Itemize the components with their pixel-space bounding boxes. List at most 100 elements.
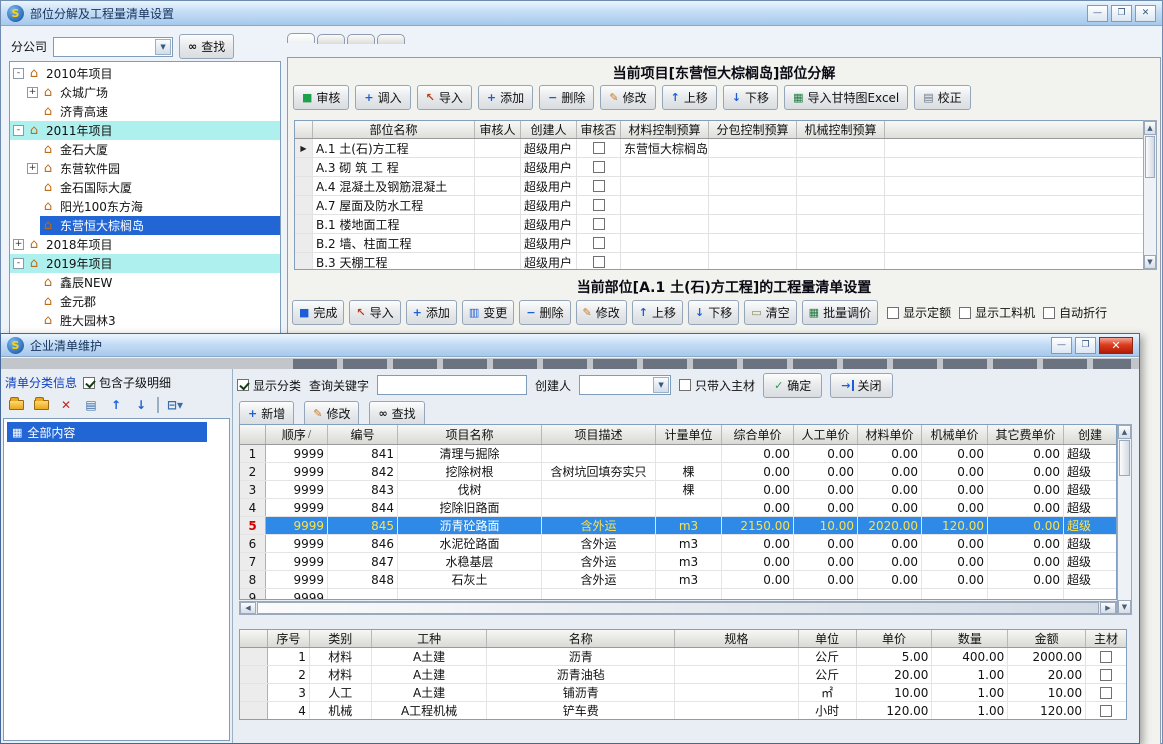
scrollbar-thumb[interactable] [1119,440,1130,476]
left-toolbar-icon[interactable] [7,397,25,413]
scroll-right-button[interactable]: ▶ [1100,602,1116,614]
audit-checkbox[interactable] [593,180,605,192]
column-header[interactable]: 名称 [487,630,675,647]
audit-checkbox[interactable] [593,161,605,173]
column-header[interactable]: 单价 [857,630,933,647]
toolbar-button[interactable]: + 添加 [406,300,457,325]
toolbar-checkbox-option[interactable]: 显示工料机 [959,304,1035,321]
scroll-down-button[interactable]: ▼ [1118,600,1131,614]
expand-toggle-icon[interactable] [27,277,38,288]
list-row[interactable]: 7 9999 847 水稳基层 含外运 m3 0.00 0.00 0.00 0.… [240,553,1116,571]
toolbar-button[interactable]: ✎ 修改 [576,300,627,325]
toolbar-button[interactable]: ▦ 导入甘特图Excel [784,85,908,110]
toolbar-button[interactable]: + 调入 [355,85,410,110]
maximize-button[interactable]: ❐ [1075,337,1096,354]
toolbar-button[interactable]: ↓ 下移 [723,85,778,110]
column-header[interactable]: 编号 [328,425,398,444]
expand-toggle-icon[interactable]: - [13,68,24,79]
table-row[interactable]: B.1 楼地面工程 超级用户 [295,215,1148,234]
table-row[interactable]: A.7 屋面及防水工程 超级用户 [295,196,1148,215]
left-toolbar-icon[interactable] [157,397,159,413]
horizontal-scrollbar[interactable]: ◀ ▶ [239,601,1117,615]
toolbar-button[interactable]: ✎ 修改 [304,401,359,426]
column-header[interactable]: 审核否 [577,121,621,138]
expand-toggle-icon[interactable] [27,201,38,212]
list-row[interactable]: 6 9999 846 水泥砼路面 含外运 m3 0.00 0.00 0.00 0… [240,535,1116,553]
expand-toggle-icon[interactable] [27,106,38,117]
table-row[interactable]: 2 材料 A土建 沥青油毡 公斤 20.00 1.00 20.00 [240,666,1126,684]
list-row[interactable]: 3 9999 843 伐树 棵 0.00 0.00 0.00 0.00 0.00… [240,481,1116,499]
toolbar-button[interactable]: ✎ 修改 [600,85,655,110]
include-children-option[interactable]: 包含子级明细 [83,374,171,391]
chevron-down-icon[interactable]: ▼ [155,39,171,55]
left-toolbar-icon[interactable]: ▤ [82,397,100,413]
column-header[interactable]: 工种 [372,630,488,647]
column-header[interactable]: 机械控制预算 [797,121,885,138]
audit-checkbox[interactable] [593,218,605,230]
vertical-scrollbar[interactable]: ▲ ▼ [1143,120,1157,270]
audit-checkbox[interactable] [593,142,605,154]
tab[interactable] [347,34,375,44]
tree-item-all-content[interactable]: ▦ 全部内容 [7,422,207,442]
scroll-left-button[interactable]: ◀ [240,602,256,614]
toolbar-checkbox-option[interactable]: 自动折行 [1043,304,1107,321]
toolbar-button[interactable]: + 添加 [478,85,533,110]
keyword-input[interactable] [377,375,527,395]
vertical-scrollbar[interactable]: ▲ ▼ [1117,424,1132,615]
expand-toggle-icon[interactable]: + [27,87,38,98]
search-button[interactable]: ∞ 查找 [179,34,234,59]
column-header[interactable]: 其它费单价 [988,425,1064,444]
scrollbar-thumb[interactable] [1145,136,1155,178]
list-row[interactable]: 9 9999 [240,589,1116,600]
tree-item-body[interactable]: ⌂ 2011年项目 [26,121,280,140]
tree-item[interactable]: + ⌂ 2018年项目 [10,235,280,254]
column-header[interactable]: 创建 [1064,425,1116,444]
tree-item[interactable]: ⌂ 阳光100东方海 [10,197,280,216]
creator-combobox[interactable]: ▼ [579,375,671,395]
tree-item[interactable]: ⌂ 胜大园林3 [10,311,280,330]
main-material-checkbox[interactable] [1100,705,1112,717]
table-row[interactable]: B.3 天棚工程 超级用户 [295,253,1148,270]
tree-item-body[interactable]: ⌂ 鑫辰NEW [40,273,280,292]
left-toolbar-icon[interactable]: ↑ [107,397,125,413]
show-category-option[interactable]: 显示分类 [237,377,301,394]
scroll-up-button[interactable]: ▲ [1144,121,1156,135]
column-header[interactable]: 机械单价 [922,425,988,444]
toolbar-button[interactable]: + 新增 [239,401,294,426]
tree-item[interactable]: ⌂ 东营恒大棕榈岛 [10,216,280,235]
expand-toggle-icon[interactable]: - [13,125,24,136]
column-header[interactable]: 材料控制预算 [621,121,709,138]
close-button[interactable]: ✕ [1099,337,1133,354]
column-header[interactable]: 分包控制预算 [709,121,797,138]
left-toolbar-icon[interactable]: ⊟▾ [166,397,184,413]
list-row[interactable]: 4 9999 844 挖除旧路面 0.00 0.00 0.00 0.00 0.0… [240,499,1116,517]
tree-item-body[interactable]: ⌂ 金元郡 [40,292,280,311]
tree-item[interactable]: ⌂ 济青高速 [10,102,280,121]
toolbar-button[interactable]: ↓ 下移 [688,300,739,325]
column-header[interactable]: 综合单价 [722,425,794,444]
column-header[interactable]: 项目描述 [542,425,656,444]
scroll-down-button[interactable]: ▼ [1144,255,1156,269]
tree-item-body[interactable]: ⌂ 金石大厦 [40,140,280,159]
checkbox[interactable] [1043,307,1055,319]
left-toolbar-icon[interactable] [32,397,50,413]
expand-toggle-icon[interactable] [27,220,38,231]
table-row[interactable]: 3 人工 A土建 铺沥青 ㎡ 10.00 1.00 10.00 [240,684,1126,702]
tree-item-body[interactable]: ⌂ 2018年项目 [26,235,280,254]
table-row[interactable]: A.4 混凝土及钢筋混凝土 超级用户 [295,177,1148,196]
confirm-button[interactable]: ✓ 确定 [763,373,822,398]
checkbox[interactable] [887,307,899,319]
toolbar-button[interactable]: − 删除 [519,300,570,325]
left-toolbar-icon[interactable]: ↓ [132,397,150,413]
tree-item-body[interactable]: ⌂ 2010年项目 [26,64,280,83]
toolbar-button[interactable]: ▭ 清空 [744,300,796,325]
expand-toggle-icon[interactable] [27,315,38,326]
checkbox[interactable] [959,307,971,319]
checkbox[interactable] [679,379,691,391]
tree-item-body[interactable]: ⌂ 众城广场 [40,83,280,102]
column-header[interactable]: 审核人 [475,121,521,138]
table-row[interactable]: ▶ A.1 土(石)方工程 超级用户 东营恒大棕榈岛 [295,139,1148,158]
tree-item-body[interactable]: ⌂ 东营软件园 [40,159,280,178]
column-header[interactable]: 创建人 [521,121,577,138]
toolbar-button[interactable]: ↑ 上移 [662,85,717,110]
